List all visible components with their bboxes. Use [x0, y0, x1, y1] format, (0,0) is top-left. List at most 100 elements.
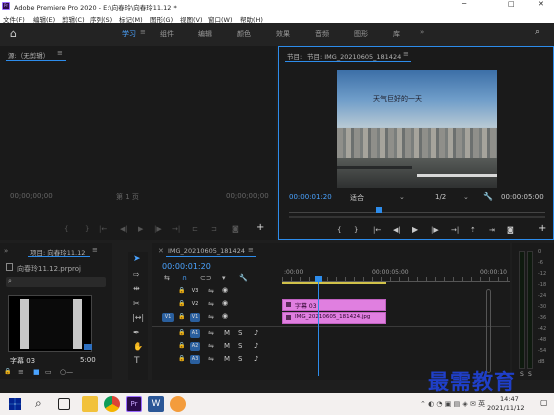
a3-lock-icon[interactable]: 🔒: [178, 355, 185, 362]
program-play-icon[interactable]: ▶: [412, 225, 418, 234]
program-step-forward-icon[interactable]: |▶: [431, 226, 439, 234]
a2-mute-button[interactable]: M: [224, 342, 230, 350]
fit-select[interactable]: 适合: [350, 193, 364, 203]
selection-tool-icon[interactable]: ➤: [133, 254, 141, 264]
program-goto-in-icon[interactable]: |←: [373, 226, 381, 234]
source-mark-in-icon[interactable]: {: [64, 225, 68, 233]
taskview-icon[interactable]: [58, 398, 70, 410]
maximize-icon[interactable]: □: [508, 0, 518, 11]
source-menu-icon[interactable]: ≡: [57, 49, 63, 57]
v2-sync-icon[interactable]: ⇋: [208, 300, 214, 308]
v3-sync-icon[interactable]: ⇋: [208, 287, 214, 295]
a2-target[interactable]: A2: [190, 342, 200, 351]
v2-target[interactable]: V2: [190, 300, 200, 309]
a3-mic-icon[interactable]: ♪: [254, 355, 258, 363]
a1-target[interactable]: A1: [190, 329, 200, 338]
windows-start-icon[interactable]: [9, 398, 21, 410]
tab-effects[interactable]: 效果: [276, 29, 290, 39]
track-select-tool-icon[interactable]: ⇨: [133, 270, 140, 279]
clip-title-03[interactable]: 字幕 03: [282, 299, 386, 311]
clock-time[interactable]: 14:47: [500, 395, 519, 403]
program-playhead[interactable]: [376, 207, 382, 213]
tab-libraries[interactable]: 库: [393, 29, 400, 39]
timeline-playhead-head[interactable]: [315, 276, 322, 282]
tab-learn[interactable]: 学习: [122, 29, 136, 39]
v1-eye-icon[interactable]: ◉: [222, 312, 228, 320]
a1-solo-button[interactable]: S: [238, 329, 242, 337]
program-title-prefix[interactable]: 节目:: [287, 51, 302, 61]
tab-editing[interactable]: 编辑: [198, 29, 212, 39]
program-step-back-icon[interactable]: ◀|: [393, 226, 401, 234]
a2-lock-icon[interactable]: 🔒: [178, 342, 185, 349]
project-item-thumbnail[interactable]: [8, 295, 92, 352]
premiere-taskbar-icon[interactable]: Pr: [126, 396, 142, 412]
v1-target[interactable]: V1: [190, 313, 200, 322]
notification-icon[interactable]: ▢: [540, 398, 548, 407]
tray-icons[interactable]: ⌃ ◐ ◔ ▣ ▤ ◈ ✉ 英: [420, 399, 485, 409]
program-timecode[interactable]: 00:00:01:20: [289, 193, 332, 201]
source-overwrite-icon[interactable]: ⊐: [211, 225, 217, 233]
timeline-close-icon[interactable]: ✕: [158, 247, 164, 255]
clip-image[interactable]: IMG_20210605_181424.jpg: [282, 312, 386, 324]
magnet-icon[interactable]: ∩: [182, 274, 187, 282]
source-goto-in-icon[interactable]: |←: [99, 225, 107, 233]
hand-tool-icon[interactable]: ✋: [133, 342, 143, 351]
icon-view-icon[interactable]: ■: [33, 368, 40, 376]
source-goto-out-icon[interactable]: →|: [172, 225, 180, 233]
tab-assembly[interactable]: 组件: [160, 29, 174, 39]
program-scrub-bar[interactable]: [289, 207, 545, 213]
search-icon[interactable]: ⌕: [535, 27, 540, 37]
v2-lock-icon[interactable]: 🔒: [178, 300, 185, 307]
timeline-scrollbar[interactable]: [486, 289, 491, 373]
timeline-title[interactable]: IMG_20210605_181424: [168, 247, 245, 255]
v1-sync-icon[interactable]: ⇋: [208, 313, 214, 321]
program-extract-icon[interactable]: ⇥: [489, 226, 495, 234]
program-goto-out-icon[interactable]: →|: [451, 226, 459, 234]
program-lift-icon[interactable]: ⇡: [470, 226, 476, 234]
a2-sync-icon[interactable]: ⇋: [208, 342, 214, 350]
meter-solo-left[interactable]: S: [520, 371, 524, 378]
v1-lock-icon[interactable]: 🔒: [178, 313, 185, 320]
freeform-view-icon[interactable]: ▭: [45, 368, 52, 376]
v3-lock-icon[interactable]: 🔒: [178, 287, 185, 294]
a3-mute-button[interactable]: M: [224, 355, 230, 363]
v3-target[interactable]: V3: [190, 287, 200, 296]
resolution-select[interactable]: 1/2: [435, 193, 446, 201]
slip-tool-icon[interactable]: |↔|: [132, 313, 144, 322]
linked-selection-icon[interactable]: ⊂⊃: [200, 274, 212, 282]
source-mark-out-icon[interactable]: }: [85, 225, 89, 233]
project-menu-icon[interactable]: ≡: [92, 246, 98, 254]
taskbar-search-icon[interactable]: ⌕: [35, 396, 42, 411]
source-step-back-icon[interactable]: ◀|: [120, 225, 128, 233]
tab-graphics[interactable]: 图形: [354, 29, 368, 39]
source-export-frame-icon[interactable]: ◙: [232, 225, 239, 233]
zoom-slider-icon[interactable]: ○—: [60, 368, 73, 376]
minimize-icon[interactable]: ─: [462, 0, 472, 11]
timeline-settings-icon[interactable]: 🔧: [239, 274, 248, 282]
type-tool-icon[interactable]: T: [134, 356, 140, 366]
a1-mic-icon[interactable]: ♪: [254, 329, 258, 337]
v1-source-patch[interactable]: V1: [162, 313, 174, 322]
timeline-menu-icon[interactable]: ≡: [248, 246, 254, 254]
fit-chevron-icon[interactable]: ⌄: [399, 193, 405, 201]
source-play-icon[interactable]: ▶: [138, 225, 143, 233]
chrome-icon[interactable]: [104, 396, 120, 412]
resolution-chevron-icon[interactable]: ⌄: [463, 193, 469, 201]
v3-eye-icon[interactable]: ◉: [222, 286, 228, 294]
project-search-input[interactable]: ⌕: [6, 277, 106, 287]
pen-tool-icon[interactable]: ✒: [133, 328, 140, 337]
v2-eye-icon[interactable]: ◉: [222, 299, 228, 307]
clock-date[interactable]: 2021/11/12: [487, 404, 524, 412]
home-icon[interactable]: ⌂: [10, 27, 17, 40]
source-insert-icon[interactable]: ⊏: [192, 225, 198, 233]
timeline-timecode[interactable]: 00:00:01:20: [162, 262, 211, 271]
add-marker-icon[interactable]: ▾: [222, 274, 226, 282]
project-panel-menu-icon[interactable]: »: [4, 247, 8, 255]
razor-tool-icon[interactable]: ✂: [133, 299, 140, 308]
list-view-icon[interactable]: ≡: [18, 368, 24, 376]
a1-sync-icon[interactable]: ⇋: [208, 329, 214, 337]
source-step-forward-icon[interactable]: |▶: [154, 225, 162, 233]
a3-target[interactable]: A3: [190, 355, 200, 364]
tab-audio[interactable]: 音频: [315, 29, 329, 39]
program-mark-out-icon[interactable]: }: [354, 226, 358, 234]
